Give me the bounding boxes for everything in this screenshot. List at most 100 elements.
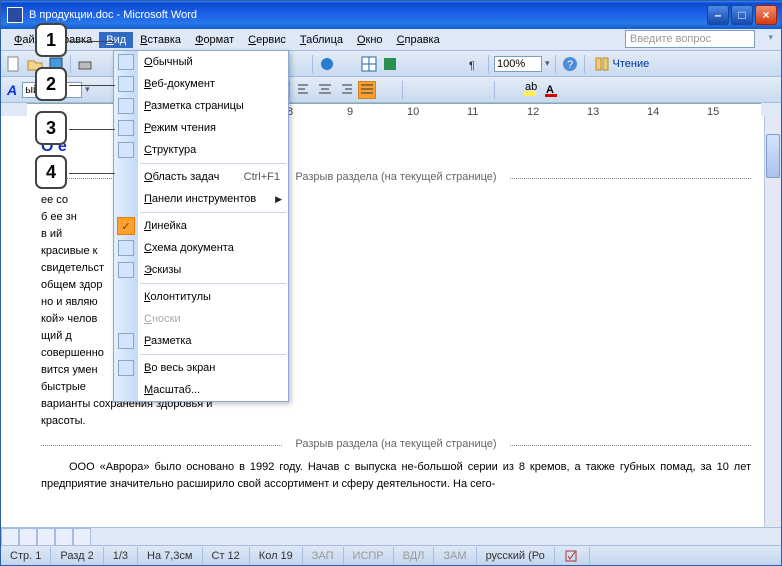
callout-2: 2 — [35, 67, 67, 101]
columns-icon[interactable] — [402, 55, 420, 73]
callouts: 1234 — [35, 23, 67, 199]
outline-view-button[interactable] — [55, 528, 73, 546]
menu-bar: ФайлПравкаВидВставкаФорматСервисТаблицаО… — [1, 29, 781, 51]
status-trk[interactable]: ИСПР — [344, 547, 394, 565]
scroll-thumb[interactable] — [766, 134, 780, 178]
menu-item-icon — [118, 54, 134, 70]
print-icon[interactable] — [76, 55, 94, 73]
print-view-button[interactable] — [37, 528, 55, 546]
menu-item-label: Во весь экран — [144, 362, 215, 374]
status-col[interactable]: Кол 19 — [250, 547, 303, 565]
menu-item-label: Сноски — [144, 313, 181, 325]
status-section[interactable]: Разд 2 — [51, 547, 103, 565]
view-menu-режим-чтения[interactable]: Режим чтения — [114, 117, 288, 139]
view-menu-разметка[interactable]: Разметка — [114, 330, 288, 352]
svg-text:¶: ¶ — [469, 60, 475, 72]
borders-icon[interactable] — [500, 81, 518, 99]
menu-item-label: Эскизы — [144, 264, 181, 276]
menu-item-icon — [118, 240, 134, 256]
menu-item-label: Линейка — [144, 220, 187, 232]
menu-справка[interactable]: Справка — [390, 32, 447, 48]
status-at[interactable]: На 7,3см — [138, 547, 202, 565]
view-switch-bar — [1, 527, 781, 545]
callout-4: 4 — [35, 155, 67, 189]
outdent-icon[interactable] — [450, 81, 468, 99]
menu-вставка[interactable]: Вставка — [133, 32, 188, 48]
menu-формат[interactable]: Формат — [188, 32, 241, 48]
view-menu-эскизы[interactable]: Эскизы — [114, 259, 288, 281]
view-menu-линейка[interactable]: ✓Линейка — [114, 215, 288, 237]
menu-таблица[interactable]: Таблица — [293, 32, 350, 48]
status-page[interactable]: Стр. 1 — [1, 547, 51, 565]
svg-text:ab: ab — [525, 82, 537, 93]
view-menu-структура[interactable]: Структура — [114, 139, 288, 161]
status-pages[interactable]: 1/3 — [104, 547, 138, 565]
highlight-icon[interactable]: ab — [521, 81, 539, 99]
align-center-icon[interactable] — [316, 81, 334, 99]
help-search-input[interactable]: Введите вопрос — [625, 30, 755, 48]
reading-view-button[interactable] — [73, 528, 91, 546]
docmap-icon[interactable] — [444, 55, 462, 73]
view-menu-схема-документа[interactable]: Схема документа — [114, 237, 288, 259]
status-rec[interactable]: ЗАП — [303, 547, 344, 565]
menu-вид[interactable]: Вид — [99, 32, 133, 48]
titlebar: В продукции.doc - Microsoft Word – □ × — [1, 1, 781, 29]
close-button[interactable]: × — [755, 5, 777, 25]
insert-table-icon[interactable] — [360, 55, 378, 73]
menu-item-icon — [118, 262, 134, 278]
menu-item-label: Схема документа — [144, 242, 234, 254]
view-menu-обычный[interactable]: Обычный — [114, 51, 288, 73]
drawing-icon[interactable] — [423, 55, 441, 73]
view-menu-колонтитулы[interactable]: Колонтитулы — [114, 286, 288, 308]
view-menu-во-весь-экран[interactable]: Во весь экран — [114, 357, 288, 379]
menubar-chevron-icon[interactable]: ▾ — [768, 32, 773, 43]
new-icon[interactable] — [5, 55, 23, 73]
maximize-button[interactable]: □ — [731, 5, 753, 25]
tables-borders-icon[interactable] — [339, 55, 357, 73]
menu-item-label: Колонтитулы — [144, 291, 211, 303]
web-view-button[interactable] — [19, 528, 37, 546]
menu-item-label: Структура — [144, 144, 196, 156]
minimize-button[interactable]: – — [707, 5, 729, 25]
menu-item-label: Режим чтения — [144, 122, 216, 134]
zoom-combo[interactable]: 100% — [494, 56, 542, 72]
styles-icon[interactable]: A — [5, 82, 19, 98]
hyperlink-icon[interactable] — [318, 55, 336, 73]
align-right-icon[interactable] — [337, 81, 355, 99]
align-justify-icon[interactable] — [358, 81, 376, 99]
svg-text:?: ? — [567, 59, 573, 71]
app-window: В продукции.doc - Microsoft Word – □ × Ф… — [0, 0, 782, 566]
excel-icon[interactable] — [381, 55, 399, 73]
view-menu-сноски: Сноски — [114, 308, 288, 330]
status-ext[interactable]: ВДЛ — [394, 547, 435, 565]
menu-сервис[interactable]: Сервис — [241, 32, 293, 48]
menu-item-icon — [118, 142, 134, 158]
vertical-scrollbar[interactable] — [764, 116, 781, 527]
view-menu-масштаб-[interactable]: Масштаб... — [114, 379, 288, 401]
view-menu-область-задач[interactable]: Область задачCtrl+F1 — [114, 166, 288, 188]
reading-layout-button[interactable]: Чтение — [590, 56, 654, 72]
help-icon[interactable]: ? — [561, 55, 579, 73]
line-spacing-icon[interactable] — [379, 81, 397, 99]
view-menu-веб-документ[interactable]: Веб-документ — [114, 73, 288, 95]
font-color-icon[interactable]: A — [542, 81, 560, 99]
status-line[interactable]: Ст 12 — [203, 547, 250, 565]
showhide-icon[interactable]: ¶ — [465, 55, 483, 73]
indent-icon[interactable] — [471, 81, 489, 99]
align-left-icon[interactable] — [295, 81, 313, 99]
menu-item-label: Веб-документ — [144, 78, 215, 90]
redo-icon[interactable] — [289, 55, 307, 73]
menu-item-label: Панели инструментов — [144, 193, 256, 205]
numbered-list-icon[interactable] — [408, 81, 426, 99]
bulleted-list-icon[interactable] — [429, 81, 447, 99]
menu-окно[interactable]: Окно — [350, 32, 390, 48]
menu-item-label: Область задач — [144, 171, 219, 183]
status-lang[interactable]: русский (Ро — [477, 547, 555, 565]
normal-view-button[interactable] — [1, 528, 19, 546]
doc-paragraph-2: ООО «Аврора» было основано в 1992 году. … — [41, 459, 751, 493]
view-menu-панели-инструментов[interactable]: Панели инструментов▶ — [114, 188, 288, 210]
status-spell-icon[interactable] — [555, 547, 590, 565]
status-ovr[interactable]: ЗАМ — [434, 547, 476, 565]
menu-item-label: Обычный — [144, 56, 193, 68]
view-menu-разметка-страницы[interactable]: Разметка страницы — [114, 95, 288, 117]
